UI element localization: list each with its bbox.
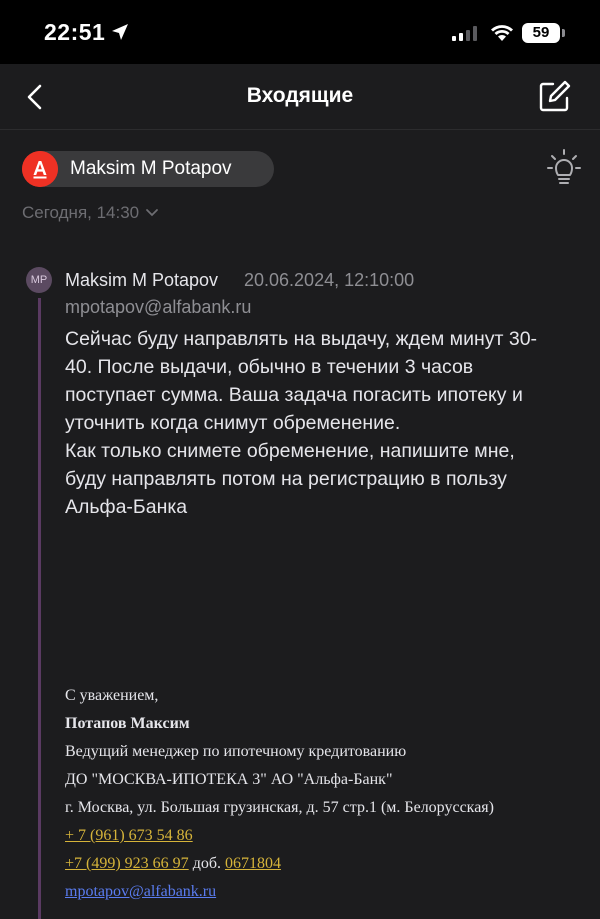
body-line: 40. После выдачи, обычно в течении 3 час… bbox=[65, 356, 474, 378]
quoted-datetime: 20.06.2024, 12:10:00 bbox=[244, 270, 415, 290]
battery-indicator: 59 bbox=[522, 23, 560, 43]
sender-name: Maksim M Potapov bbox=[70, 158, 232, 179]
message-body: Сейчас буду направлять на выдачу, ждем м… bbox=[65, 325, 585, 521]
battery-tip bbox=[562, 29, 565, 37]
navigation-bar: Входящие bbox=[0, 64, 600, 130]
message-view: Maksim M Potapov Сегодня, 14:30 MP Maksi… bbox=[0, 130, 600, 919]
avatar: MP bbox=[26, 267, 52, 293]
chevron-down-icon bbox=[146, 209, 159, 217]
email-link[interactable]: mpotapov@alfabank.ru bbox=[65, 883, 216, 900]
alfa-bank-logo-icon bbox=[22, 151, 58, 187]
quote-divider bbox=[38, 298, 41, 919]
phone-link-office[interactable]: +7 (499) 923 66 97 bbox=[65, 855, 189, 872]
signature-position: Ведущий менеджер по ипотечному кредитова… bbox=[65, 743, 407, 760]
sender-chip[interactable]: Maksim M Potapov bbox=[22, 151, 274, 187]
status-time: 22:51 bbox=[44, 19, 106, 45]
body-line: Как только снимете обременение, напишите… bbox=[65, 440, 515, 462]
extension-label: доб. bbox=[188, 855, 225, 872]
phone-link-mobile[interactable]: + 7 (961) 673 54 86 bbox=[65, 827, 193, 844]
compose-icon[interactable] bbox=[538, 79, 572, 113]
location-arrow-icon bbox=[112, 24, 128, 40]
body-line: буду направлять потом на регистрацию в п… bbox=[65, 468, 507, 490]
wifi-icon bbox=[491, 25, 513, 41]
message-date-text: Сегодня, 14:30 bbox=[22, 203, 140, 222]
extension-link[interactable]: 0671804 bbox=[225, 855, 281, 872]
body-line: поступает сумма. Ваша задача погасить ип… bbox=[65, 384, 523, 406]
email-signature: С уважением, Потапов Максим Ведущий мене… bbox=[65, 682, 585, 906]
quoted-sender-name: Maksim M Potapov bbox=[65, 270, 219, 290]
quoted-sender-email[interactable]: mpotapov@alfabank.ru bbox=[65, 297, 251, 318]
body-line: Сейчас буду направлять на выдачу, ждем м… bbox=[65, 328, 538, 350]
status-bar: 22:51 59 bbox=[0, 0, 600, 64]
page-title: Входящие bbox=[246, 84, 354, 107]
message-date[interactable]: Сегодня, 14:30 bbox=[22, 203, 159, 223]
body-line: Альфа-Банка bbox=[65, 496, 188, 518]
cellular-signal-icon bbox=[452, 26, 477, 41]
signature-office: ДО "МОСКВА-ИПОТЕКА 3" АО "Альфа-Банк" bbox=[65, 771, 393, 788]
signature-name: Потапов Максим bbox=[65, 715, 190, 732]
body-line: уточнить когда снимут обременение. bbox=[65, 412, 401, 434]
signature-address: г. Москва, ул. Большая грузинская, д. 57… bbox=[65, 799, 494, 816]
signature-greeting: С уважением, bbox=[65, 687, 159, 704]
lightbulb-icon[interactable] bbox=[546, 148, 582, 188]
